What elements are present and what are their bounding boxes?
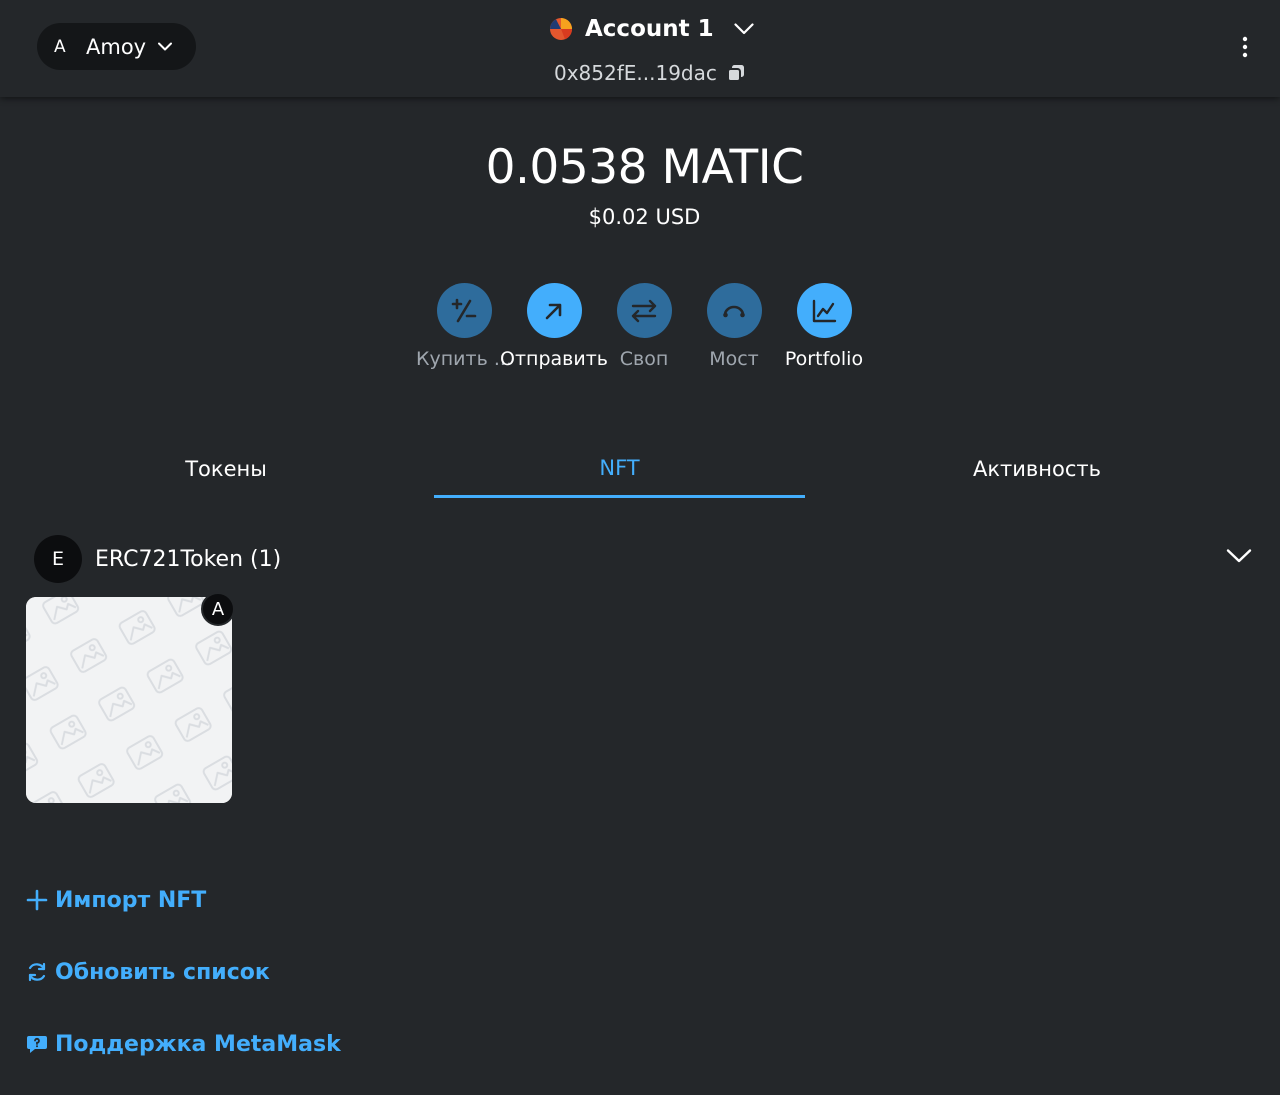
fiat-balance: $0.02 USD [588,205,701,229]
tab-activity-label: Активность [972,457,1102,481]
buy-sell-label: Купить ... [416,348,512,370]
metamask-wallet: A Amoy Account 1 0x852fE...19dac 0.0538 … [0,0,1280,1095]
send-label: Отправить [500,348,608,370]
buy-sell-button[interactable]: Купить ... [414,283,514,383]
collection-name: ERC721Token (1) [95,546,282,572]
tab-nft[interactable]: NFT [434,440,805,498]
native-balance: 0.0538 MATIC [485,140,804,195]
network-picker[interactable]: A Amoy [37,23,196,70]
metamask-support-label: Поддержка MetaMask [55,1031,341,1057]
network-name: Amoy [86,34,147,59]
refresh-icon [28,962,46,982]
tab-tokens-label: Токены [185,457,267,481]
chevron-down-icon[interactable] [1226,548,1252,564]
portfolio-button[interactable]: Portfolio [774,283,874,383]
bridge-button[interactable]: Мост [684,283,784,383]
nft-item-card[interactable] [26,597,232,803]
account-address-copy[interactable]: 0x852fE...19dac [554,58,746,88]
tab-activity[interactable]: Активность [851,440,1223,498]
swap-icon [616,283,672,338]
nft-collection-header[interactable]: E ERC721Token (1) [34,535,281,583]
import-nft-label: Импорт NFT [55,887,207,913]
account-name: Account 1 [585,16,714,42]
import-nft-link[interactable]: Импорт NFT [26,883,206,917]
network-avatar: A [54,36,66,57]
bridge-icon [706,283,762,338]
nft-network-badge: A [201,592,235,626]
app-header: A Amoy Account 1 0x852fE...19dac [0,0,1280,97]
account-picker[interactable]: Account 1 [550,12,754,46]
chevron-down-icon [734,23,754,35]
buy-sell-icon [436,283,492,338]
collection-avatar: E [34,535,82,583]
send-arrow-icon [526,283,582,338]
account-avatar-icon [550,18,572,40]
portfolio-label: Portfolio [784,348,864,370]
support-chat-icon [27,1036,47,1053]
nft-placeholder-image [26,597,232,803]
bridge-label: Мост [709,348,759,370]
copy-icon [726,65,744,82]
send-button[interactable]: Отправить [500,283,608,383]
plus-icon [26,889,48,911]
tab-tokens[interactable]: Токены [40,440,412,498]
portfolio-chart-icon [796,283,852,338]
swap-button[interactable]: Своп [594,283,694,383]
refresh-list-link[interactable]: Обновить список [26,955,270,989]
tab-nft-label: NFT [599,455,640,480]
metamask-support-link[interactable]: Поддержка MetaMask [26,1027,341,1061]
more-options-icon[interactable] [1234,34,1256,60]
swap-label: Своп [619,348,669,370]
chevron-down-icon [158,42,173,51]
refresh-list-label: Обновить список [55,959,270,985]
account-address: 0x852fE...19dac [554,61,717,85]
